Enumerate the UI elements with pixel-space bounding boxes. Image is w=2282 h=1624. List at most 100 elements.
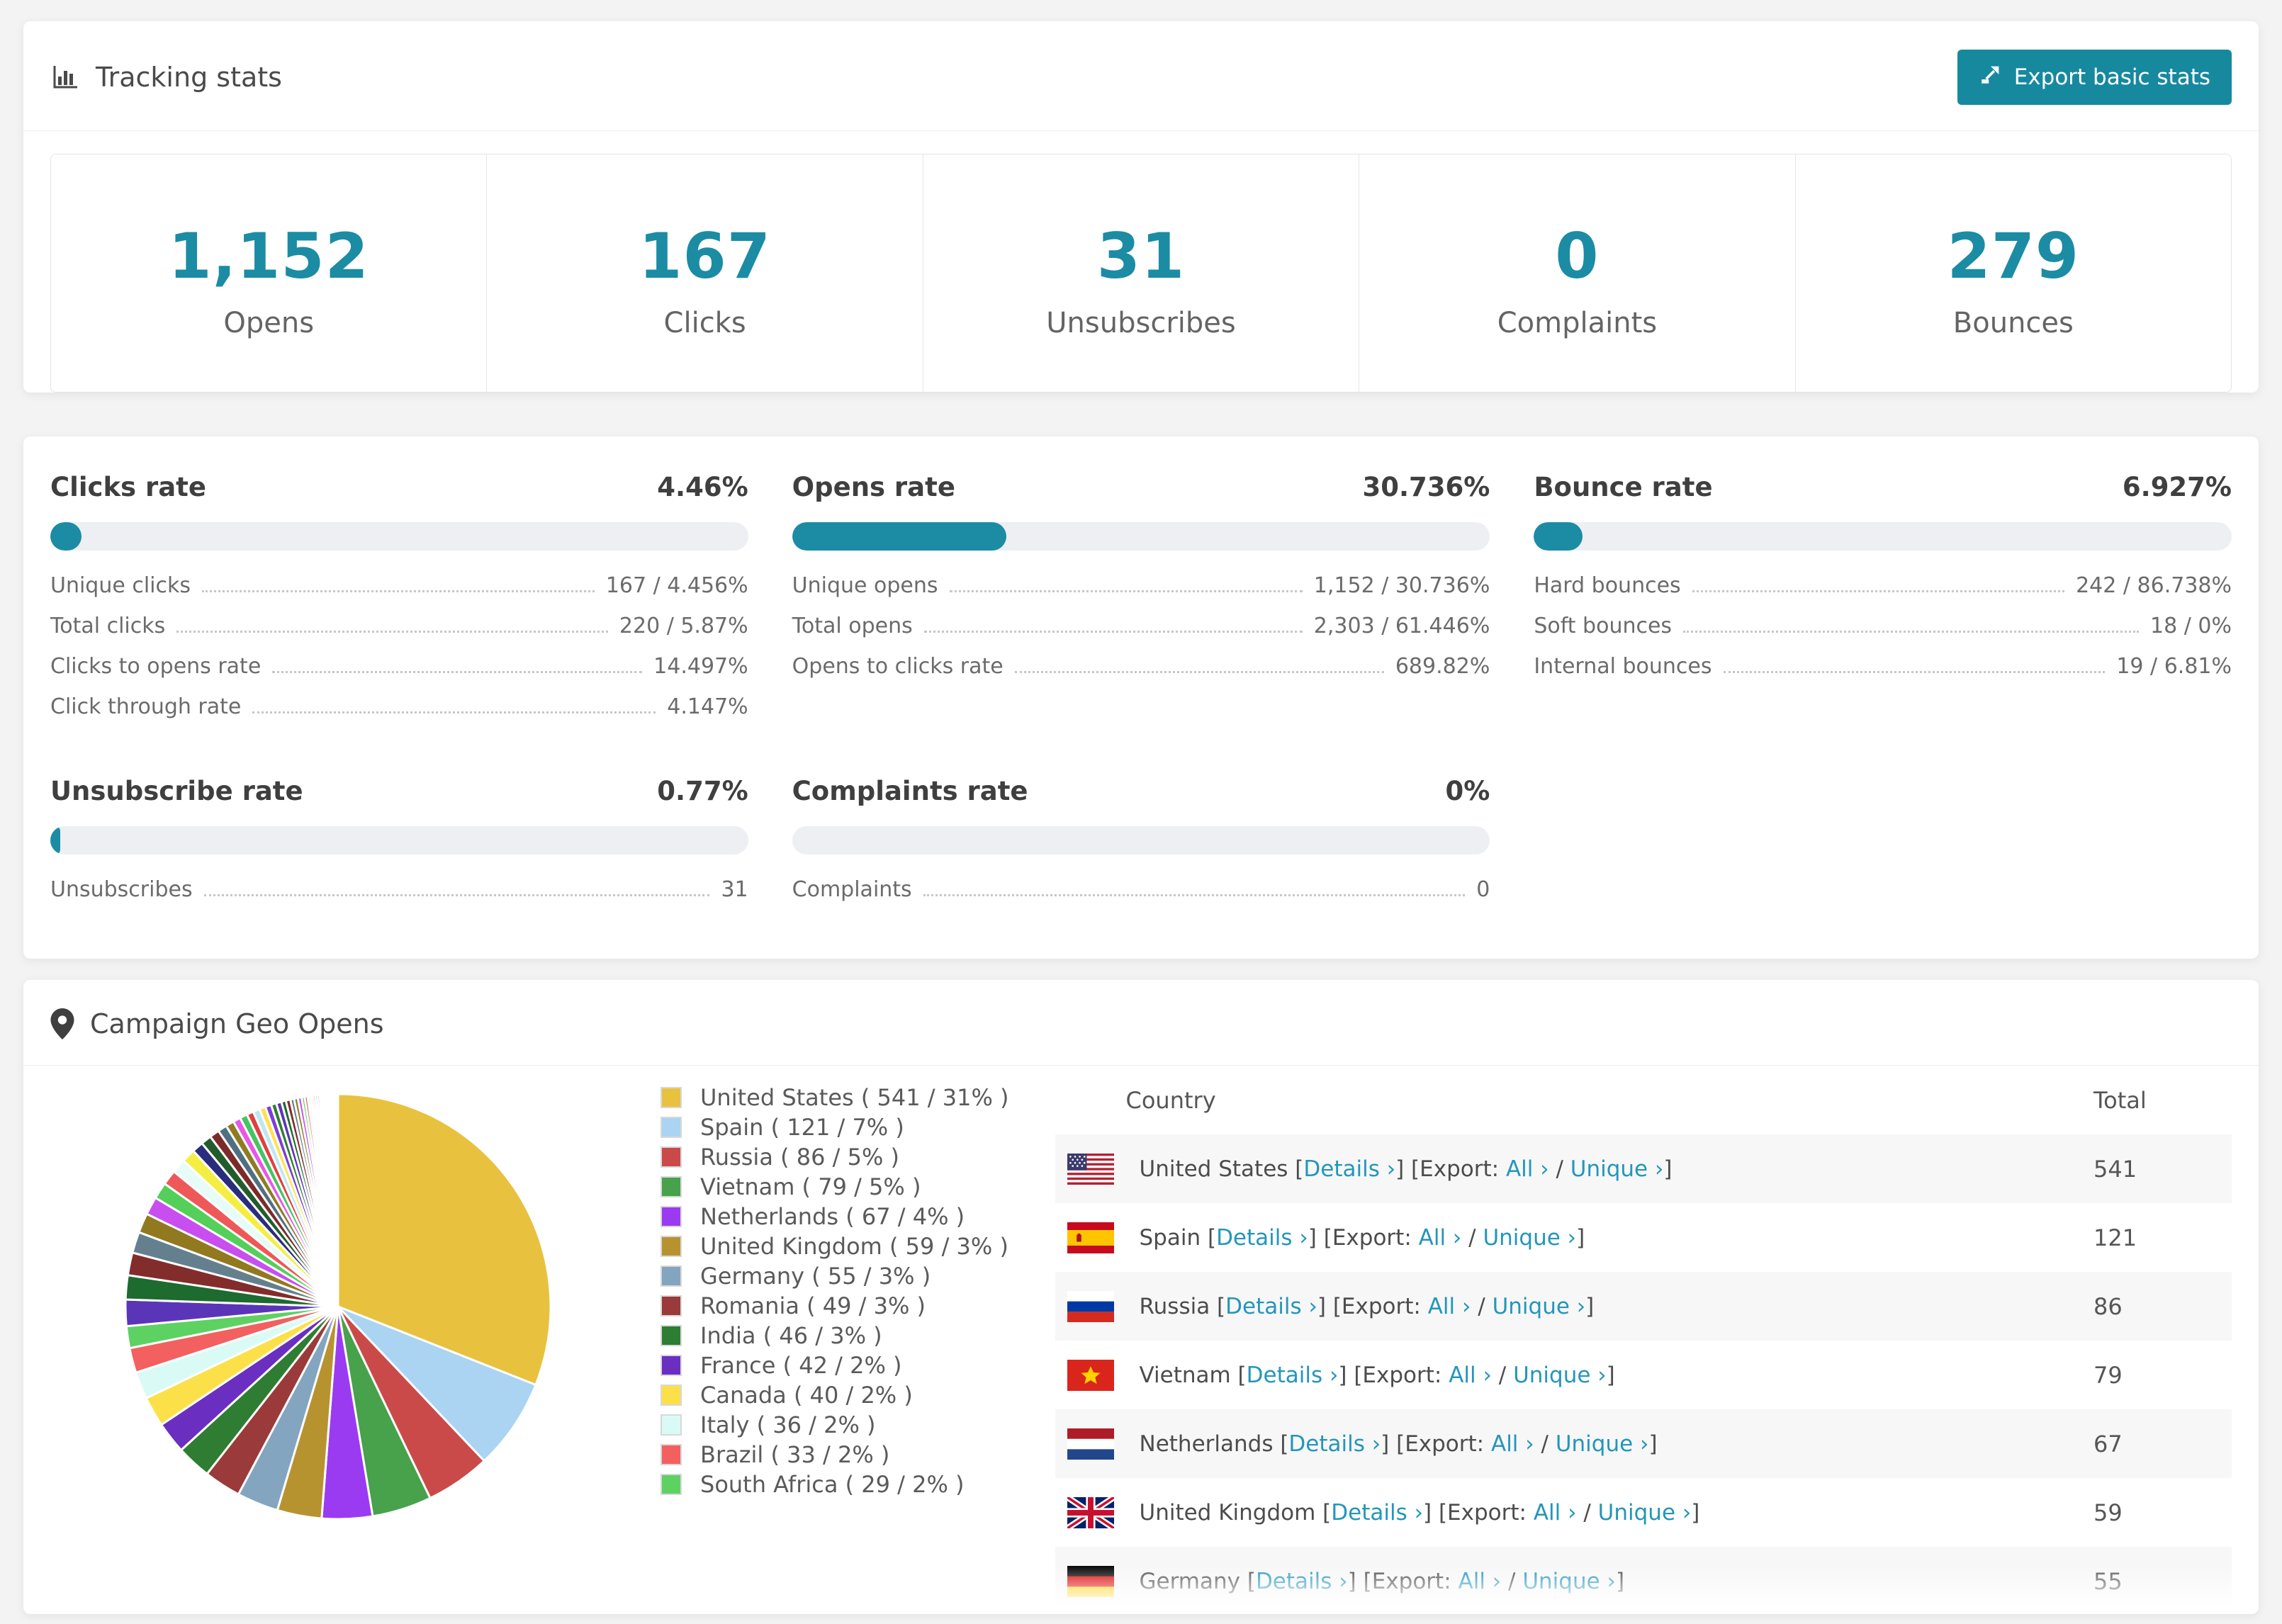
rates-grid: Clicks rate 4.46% Unique clicks 167 / 4.… [50,472,2232,918]
geo-legend: United States ( 541 / 31% ) Spain ( 121 … [661,1083,1009,1499]
export-unique-link[interactable]: Unique › [1570,1156,1664,1182]
details-link[interactable]: Details › [1288,1431,1381,1457]
export-basic-stats-button[interactable]: Export basic stats [1957,50,2232,105]
export-unique-link[interactable]: Unique › [1513,1363,1607,1388]
rate-detail-value: 2,303 / 61.446% [1313,614,1490,638]
stat-value: 1,152 [168,220,369,293]
rate-progress-bar [50,522,748,551]
geo-table-country-cell: United Kingdom [Details ›] [Export: All … [1067,1496,2094,1528]
export-all-link[interactable]: All › [1419,1225,1462,1251]
rate-value: 0% [1445,776,1490,806]
rate-detail-row: Unique clicks 167 / 4.456% [50,573,748,614]
details-link[interactable]: Details › [1247,1363,1339,1388]
export-unique-link[interactable]: Unique › [1522,1569,1616,1594]
stats-row: 1,152 Opens 167 Clicks 31 Unsubscribes 0… [50,154,2232,393]
dotted-leader [203,894,710,896]
de-flag-icon [1067,1565,1114,1597]
rate-detail-value: 242 / 86.738% [2076,573,2232,598]
details-link[interactable]: Details › [1303,1156,1395,1182]
export-all-link[interactable]: All › [1449,1363,1492,1388]
geo-table-total-cell: 67 [2093,1430,2123,1457]
gb-flag-icon [1067,1496,1114,1528]
rate-detail-label: Unsubscribes [50,877,193,902]
export-all-link[interactable]: All › [1458,1569,1502,1594]
legend-label: Netherlands ( 67 / 4% ) [700,1203,965,1230]
legend-swatch [661,1444,682,1465]
export-all-link[interactable]: All › [1506,1156,1549,1182]
rate-title: Opens rate [792,472,955,502]
rate-block: Complaints rate 0% Complaints 0 [792,776,1490,918]
export-all-link[interactable]: All › [1428,1294,1471,1319]
legend-label: Brazil ( 33 / 2% ) [700,1441,890,1468]
export-unique-link[interactable]: Unique › [1483,1225,1576,1251]
rate-detail-label: Unique opens [792,573,938,598]
geo-table-total-cell: 121 [2093,1224,2137,1251]
details-link[interactable]: Details › [1256,1569,1348,1594]
legend-item: South Africa ( 29 / 2% ) [661,1470,1009,1499]
rate-detail-value: 18 / 0% [2150,614,2232,638]
stat-value: 0 [1555,220,1600,293]
stat-label: Clicks [663,307,746,339]
rate-detail-row: Unsubscribes 31 [50,877,748,918]
rate-title: Bounce rate [1534,472,1713,502]
geo-table-row-es: Spain [Details ›] [Export: All › / Uniqu… [1055,1203,2232,1272]
export-button-label: Export basic stats [2013,64,2210,90]
legend-label: Italy ( 36 / 2% ) [700,1411,876,1438]
pie-slice-64[interactable] [336,1093,339,1307]
stat-card-clicks: 167 Clicks [487,154,923,392]
geo-table-country-cell: Spain [Details ›] [Export: All › / Uniqu… [1067,1222,2094,1253]
export-all-link[interactable]: All › [1491,1431,1534,1457]
export-unique-link[interactable]: Unique › [1598,1500,1692,1526]
details-link[interactable]: Details › [1225,1294,1317,1319]
geo-table-total-cell: 59 [2093,1499,2123,1526]
stat-card-unsubscribes: 31 Unsubscribes [923,154,1360,392]
rate-head: Clicks rate 4.46% [50,472,748,502]
legend-swatch [661,1117,682,1138]
geo-table-country-cell: Netherlands [Details ›] [Export: All › /… [1067,1428,2094,1460]
export-all-link[interactable]: All › [1534,1500,1577,1526]
legend-swatch [661,1176,682,1197]
details-link[interactable]: Details › [1331,1500,1423,1526]
legend-label: Germany ( 55 / 3% ) [700,1263,931,1290]
country-links: United States [Details ›] [Export: All ›… [1139,1156,1673,1182]
export-unique-link[interactable]: Unique › [1556,1431,1649,1457]
rate-detail-value: 0 [1476,877,1490,902]
legend-label: South Africa ( 29 / 2% ) [700,1471,965,1498]
dotted-leader [202,590,595,592]
rate-head: Opens rate 30.736% [792,472,1490,502]
vn-flag-icon [1067,1359,1114,1391]
geo-table-row-de: Germany [Details ›] [Export: All › / Uni… [1055,1547,2232,1614]
legend-swatch [661,1206,682,1227]
rate-detail-row: Unique opens 1,152 / 30.736% [792,573,1490,614]
rate-value: 6.927% [2122,472,2232,502]
rate-detail-value: 689.82% [1395,654,1490,679]
nl-flag-icon [1067,1428,1114,1460]
tracking-stats-header: Tracking stats Export basic stats [23,21,2259,131]
rate-value: 30.736% [1362,472,1490,502]
dotted-leader [1683,631,2140,633]
stat-card-complaints: 0 Complaints [1359,154,1796,392]
export-unique-link[interactable]: Unique › [1493,1294,1586,1319]
legend-item: Canada ( 40 / 2% ) [661,1380,1009,1410]
rate-detail-row: Internal bounces 19 / 6.81% [1534,654,2232,694]
stat-label: Unsubscribes [1046,307,1236,339]
rate-detail-label: Soft bounces [1534,614,1673,638]
rate-detail-row: Click through rate 4.147% [50,694,748,735]
rate-head: Bounce rate 6.927% [1534,472,2232,502]
legend-swatch [661,1385,682,1406]
dotted-leader [949,590,1303,592]
geo-table-total-cell: 55 [2093,1567,2123,1595]
legend-item: Spain ( 121 / 7% ) [661,1112,1009,1142]
tracking-stats-title-text: Tracking stats [96,62,282,93]
details-link[interactable]: Details › [1216,1225,1308,1251]
legend-swatch [661,1265,682,1287]
legend-label: India ( 46 / 3% ) [700,1322,882,1349]
stat-label: Bounces [1952,307,2074,339]
rate-rows: Complaints 0 [792,877,1490,918]
geo-table-row-ru: Russia [Details ›] [Export: All › / Uniq… [1055,1272,2232,1341]
country-links: Spain [Details ›] [Export: All › / Uniqu… [1139,1224,1585,1251]
geo-table-header-country: Country [1125,1086,1216,1114]
dotted-leader [176,631,608,633]
rate-progress-bar [1534,522,2232,551]
geo-table-total-cell: 541 [2093,1155,2137,1183]
